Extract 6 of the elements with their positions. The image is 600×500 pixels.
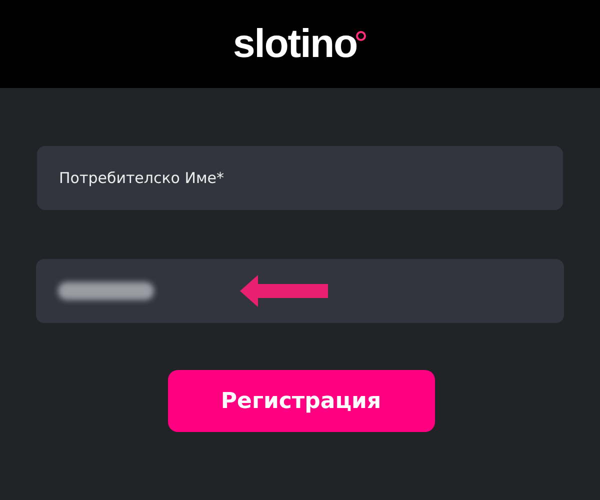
- logo: slotino: [232, 22, 358, 66]
- input-field[interactable]: [36, 259, 564, 323]
- input-field[interactable]: Потребителско Име*: [37, 146, 563, 210]
- register-button[interactable]: Регистрация: [168, 370, 434, 432]
- arrow-icon: [240, 275, 328, 307]
- ring-icon: [355, 30, 368, 42]
